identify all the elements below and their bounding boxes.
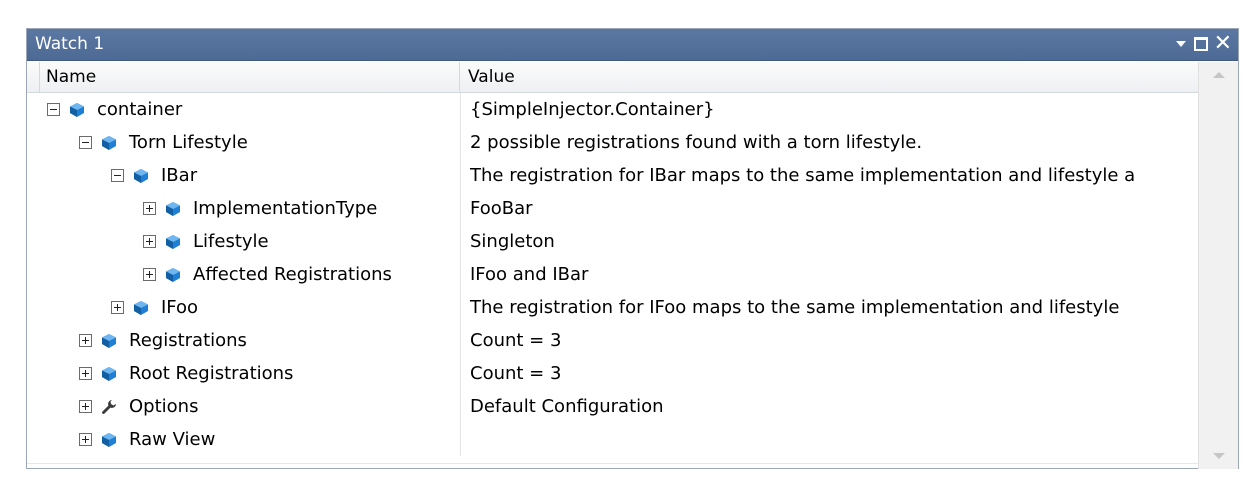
watch-row-value[interactable]: The registration for IBar maps to the sa…: [460, 159, 1199, 192]
expand-icon[interactable]: [79, 334, 92, 347]
expand-icon[interactable]: [79, 367, 92, 380]
watch-row-name-cell: Affected Registrations: [27, 258, 460, 291]
watch-row-name: Torn Lifestyle: [129, 132, 248, 153]
object-icon: [101, 135, 117, 151]
watch-row-name-cell: Lifestyle: [27, 225, 460, 258]
vertical-scrollbar[interactable]: [1198, 62, 1238, 469]
expand-icon[interactable]: [143, 268, 156, 281]
object-icon: [133, 300, 149, 316]
watch-row-value[interactable]: Count = 3: [460, 324, 1199, 357]
watch-row-name: Lifestyle: [193, 231, 269, 252]
wrench-icon: [101, 399, 117, 415]
watch-row-value[interactable]: Default Configuration: [460, 390, 1199, 423]
watch-row-name: container: [97, 99, 183, 120]
expand-icon[interactable]: [111, 301, 124, 314]
watch-window: Watch 1 ✕ Name Value container {SimpleInj…: [26, 28, 1239, 469]
object-icon: [165, 267, 181, 283]
watch-row-name-cell: Root Registrations: [27, 357, 460, 390]
watch-row-name-cell: Registrations: [27, 324, 460, 357]
watch-row-value[interactable]: 2 possible registrations found with a to…: [460, 126, 1199, 159]
expand-icon[interactable]: [143, 202, 156, 215]
collapse-icon[interactable]: [47, 103, 60, 116]
object-icon: [101, 366, 117, 382]
watch-row-value[interactable]: Singleton: [460, 225, 1199, 258]
watch-row-value[interactable]: The registration for IFoo maps to the sa…: [460, 291, 1199, 324]
watch-row-name: Registrations: [129, 330, 247, 351]
watch-row-name-cell: Raw View: [27, 423, 460, 456]
watch-row[interactable]: Torn Lifestyle 2 possible registrations f…: [27, 126, 1199, 159]
watch-row-name-cell: IBar: [27, 159, 460, 192]
watch-row-name: IBar: [161, 165, 198, 186]
expand-icon[interactable]: [79, 400, 92, 413]
watch-grid: container {SimpleInjector.Container} Torn …: [27, 93, 1199, 463]
watch-row[interactable]: container {SimpleInjector.Container}: [27, 93, 1199, 126]
object-icon: [165, 201, 181, 217]
expand-icon[interactable]: [79, 433, 92, 446]
title-controls: ✕: [1175, 33, 1232, 55]
watch-row-name: ImplementationType: [193, 198, 378, 219]
close-icon[interactable]: ✕: [1214, 33, 1232, 55]
value-column-header[interactable]: Value: [460, 62, 1199, 92]
watch-row-value[interactable]: Count = 3: [460, 357, 1199, 390]
watch-row[interactable]: Affected Registrations IFoo and IBar: [27, 258, 1199, 291]
window-position-dropdown-icon[interactable]: [1175, 41, 1186, 47]
watch-row-name-cell: ImplementationType: [27, 192, 460, 225]
watch-row[interactable]: Root Registrations Count = 3: [27, 357, 1199, 390]
watch-row-name-cell: container: [27, 93, 460, 126]
watch-row-name-cell: Options: [27, 390, 460, 423]
watch-row[interactable]: Raw View: [27, 423, 1199, 456]
watch-row-name: Raw View: [129, 429, 216, 450]
watch-row[interactable]: Registrations Count = 3: [27, 324, 1199, 357]
watch-row-value[interactable]: FooBar: [460, 192, 1199, 225]
watch-row-name: Affected Registrations: [193, 264, 392, 285]
scroll-up-icon[interactable]: [1213, 72, 1225, 78]
watch-row-name-cell: IFoo: [27, 291, 460, 324]
watch-row[interactable]: IFoo The registration for IFoo maps to th…: [27, 291, 1199, 324]
watch-row-name-cell: Torn Lifestyle: [27, 126, 460, 159]
title-bar: Watch 1 ✕: [27, 29, 1238, 61]
watch-row-value[interactable]: [460, 423, 1199, 456]
scroll-down-icon[interactable]: [1213, 453, 1225, 459]
collapse-icon[interactable]: [79, 136, 92, 149]
watch-row[interactable]: ImplementationType FooBar: [27, 192, 1199, 225]
object-icon: [133, 168, 149, 184]
expand-icon[interactable]: [143, 235, 156, 248]
watch-row[interactable]: Lifestyle Singleton: [27, 225, 1199, 258]
object-icon: [101, 432, 117, 448]
watch-row-name: IFoo: [161, 297, 199, 318]
watch-row-name: Options: [129, 396, 199, 417]
collapse-icon[interactable]: [111, 169, 124, 182]
object-icon: [69, 102, 85, 118]
name-column-header[interactable]: Name: [39, 62, 460, 92]
maximize-icon[interactable]: [1193, 37, 1208, 51]
watch-row[interactable]: Options Default Configuration: [27, 390, 1199, 423]
watch-row-value[interactable]: IFoo and IBar: [460, 258, 1199, 291]
watch-row-name: Root Registrations: [129, 363, 294, 384]
object-icon: [101, 333, 117, 349]
object-icon: [165, 234, 181, 250]
watch-row[interactable]: IBar The registration for IBar maps to th…: [27, 159, 1199, 192]
column-header: Name Value: [27, 62, 1199, 93]
watch-row-value[interactable]: {SimpleInjector.Container}: [460, 93, 1199, 126]
window-title: Watch 1: [35, 34, 105, 54]
